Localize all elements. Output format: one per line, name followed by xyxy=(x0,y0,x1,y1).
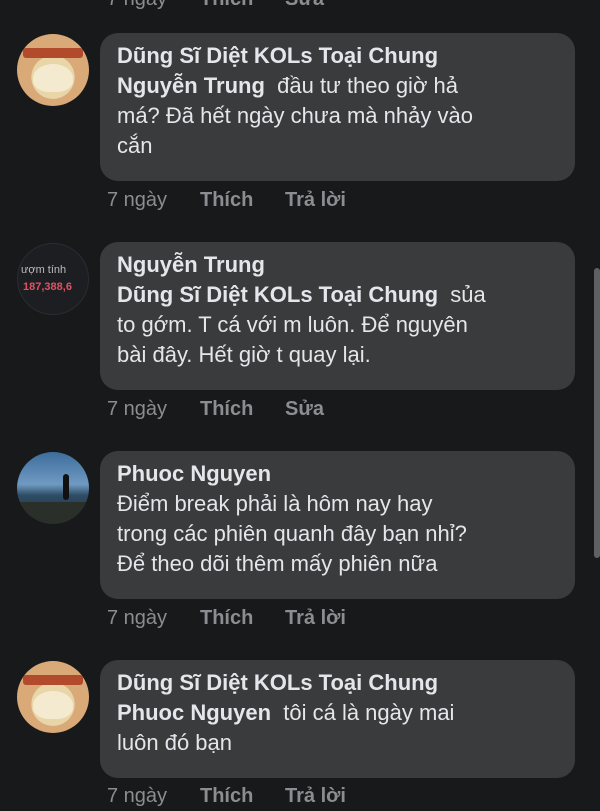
comment-author[interactable]: Dũng Sĩ Diệt KOLs Toại Chung xyxy=(117,668,558,698)
like-button[interactable]: Thích xyxy=(200,0,253,11)
avatar-shore xyxy=(17,502,89,524)
comment-text-line: đầu tư theo giờ hả xyxy=(277,73,458,98)
avatar-banner xyxy=(23,675,83,685)
comment-bubble: Phuoc Nguyen Điểm break phải là hôm nay … xyxy=(100,451,575,599)
mention-link[interactable]: Nguyễn Trung xyxy=(117,73,265,98)
comment-text-line: to gớm. T cá với m luôn. Để nguyên xyxy=(117,312,468,337)
comment-time: 7 ngày xyxy=(107,607,168,629)
reply-button[interactable]: Trả lời xyxy=(285,785,346,808)
comment-text-line: cắn xyxy=(117,133,153,158)
comment-bubble: Dũng Sĩ Diệt KOLs Toại Chung Nguyễn Trun… xyxy=(100,33,575,181)
avatar[interactable] xyxy=(17,452,89,524)
avatar-label: ượm tính xyxy=(21,264,67,276)
comment-time: 7 ngày xyxy=(107,785,168,807)
comment-author[interactable]: Dũng Sĩ Diệt KOLs Toại Chung xyxy=(117,41,558,71)
scrollbar[interactable] xyxy=(594,268,600,558)
comment-author[interactable]: Nguyễn Trung xyxy=(117,250,558,280)
mention-link[interactable]: Phuoc Nguyen xyxy=(117,700,271,725)
comment-author[interactable]: Phuoc Nguyen xyxy=(117,459,558,489)
comment-text: Phuoc Nguyen tôi cá là ngày mai xyxy=(117,698,558,728)
comment-bubble: Nguyễn Trung Dũng Sĩ Diệt KOLs Toại Chun… xyxy=(100,242,575,390)
avatar-banner xyxy=(23,48,83,58)
avatar-value: 187,388,6 xyxy=(23,281,72,293)
comment-time: 7 ngày xyxy=(107,189,168,211)
comment-text-line: Để theo dõi thêm mấy phiên nữa xyxy=(117,551,438,576)
reply-button[interactable]: Trả lời xyxy=(285,607,346,630)
mention-link[interactable]: Dũng Sĩ Diệt KOLs Toại Chung xyxy=(117,282,438,307)
comment-text-line: tôi cá là ngày mai xyxy=(283,700,455,725)
comment-text: Nguyễn Trung đầu tư theo giờ hả xyxy=(117,71,558,101)
comment-text-line: Điểm break phải là hôm nay hay xyxy=(117,491,433,516)
comment-bubble: Dũng Sĩ Diệt KOLs Toại Chung Phuoc Nguye… xyxy=(100,660,575,778)
previous-comment-actions: 7 ngày Thích Sửa xyxy=(0,0,600,12)
like-button[interactable]: Thích xyxy=(200,189,253,212)
comment-text-line: má? Đã hết ngày chưa mà nhảy vào xyxy=(117,103,473,128)
avatar-dog-image xyxy=(33,691,73,719)
comment-text-line: trong các phiên quanh đây bạn nhỉ? xyxy=(117,521,467,546)
like-button[interactable]: Thích xyxy=(200,607,253,630)
comment-text-line: sủa xyxy=(450,282,486,307)
reply-button[interactable]: Trả lời xyxy=(285,189,346,212)
comment-text-line: bài đây. Hết giờ t quay lại. xyxy=(117,342,371,367)
like-button[interactable]: Thích xyxy=(200,785,253,808)
avatar-person xyxy=(63,474,69,500)
comment-time: 7 ngày xyxy=(107,398,168,420)
comment-text: Dũng Sĩ Diệt KOLs Toại Chung sủa xyxy=(117,280,558,310)
avatar-dog-image xyxy=(33,64,73,92)
avatar[interactable] xyxy=(17,34,89,106)
avatar[interactable] xyxy=(17,661,89,733)
like-button[interactable]: Thích xyxy=(200,398,253,421)
edit-button[interactable]: Sửa xyxy=(285,398,324,421)
avatar[interactable]: ượm tính 187,388,6 xyxy=(17,243,89,315)
edit-button[interactable]: Sửa xyxy=(285,0,324,11)
comment-time: 7 ngày xyxy=(107,0,167,11)
comment-text-line: luôn đó bạn xyxy=(117,730,232,755)
